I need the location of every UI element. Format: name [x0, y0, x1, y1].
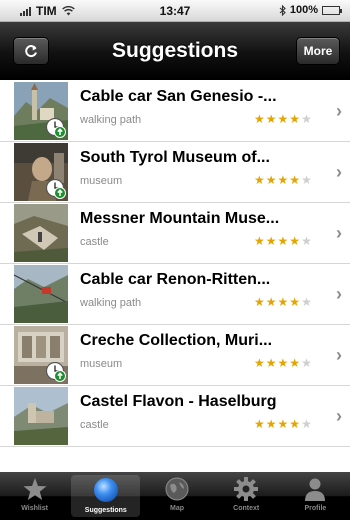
rating-stars: ★ ★ ★ ★ ★	[254, 113, 312, 125]
star-filled-icon: ★	[254, 112, 265, 126]
chevron-right-icon: ›	[336, 345, 342, 365]
star-filled-icon: ★	[289, 356, 301, 370]
list-footer-space	[0, 452, 350, 472]
star-filled-icon: ★	[277, 234, 289, 248]
list-item[interactable]: Cable car Renon-Ritten... walking path ★…	[0, 264, 350, 325]
battery-percent: 100%	[289, 4, 318, 16]
star-filled-icon: ★	[289, 295, 301, 309]
star-filled-icon: ★	[254, 173, 265, 187]
star-filled-icon: ★	[254, 417, 265, 431]
chevron-right-icon: ›	[336, 101, 342, 121]
thumbnail-image	[14, 204, 68, 262]
rating-stars: ★ ★ ★ ★ ★	[254, 174, 312, 186]
item-category: walking path	[80, 297, 142, 309]
tab-map[interactable]: Map	[142, 472, 211, 520]
item-category: museum	[80, 358, 123, 370]
item-title: Cable car San Genesio -...	[80, 88, 277, 105]
star-filled-icon: ★	[277, 295, 289, 309]
tab-suggestions[interactable]: Suggestions	[71, 475, 141, 517]
item-category: walking path	[80, 114, 142, 126]
navigation-bar: Suggestions More	[0, 22, 350, 80]
star-filled-icon: ★	[289, 234, 301, 248]
rating-stars: ★ ★ ★ ★ ★	[254, 357, 312, 369]
battery-area: 100%	[279, 4, 342, 16]
bluetooth-icon	[279, 4, 286, 16]
list-item[interactable]: Cable car San Genesio -... walking path …	[0, 81, 350, 142]
star-filled-icon: ★	[265, 173, 277, 187]
star-empty-icon: ★	[301, 234, 312, 248]
chevron-right-icon: ›	[336, 406, 342, 426]
chevron-right-icon: ›	[336, 162, 342, 182]
tab-label: Wishlist	[21, 505, 48, 512]
status-bar: TIM 13:47 100%	[0, 0, 350, 22]
thumbnail-image	[14, 387, 68, 445]
chevron-right-icon: ›	[336, 284, 342, 304]
more-button[interactable]: More	[296, 37, 340, 65]
gear-icon	[234, 477, 259, 501]
star-filled-icon: ★	[289, 173, 301, 187]
clock-up-icon	[46, 179, 66, 199]
star-filled-icon: ★	[277, 112, 289, 126]
battery-icon	[322, 5, 342, 15]
star-filled-icon: ★	[254, 234, 265, 248]
star-empty-icon: ★	[301, 295, 312, 309]
star-filled-icon: ★	[265, 295, 277, 309]
clock-up-icon	[46, 362, 66, 382]
item-category: castle	[80, 236, 109, 248]
person-icon	[305, 478, 326, 501]
tab-bar: Wishlist Suggestions Map Context Profile	[0, 472, 350, 520]
star-empty-icon: ★	[301, 356, 312, 370]
tab-label: Suggestions	[84, 507, 127, 514]
rating-stars: ★ ★ ★ ★ ★	[254, 296, 312, 308]
star-filled-icon: ★	[277, 173, 289, 187]
tab-label: Map	[170, 505, 184, 512]
tab-label: Profile	[304, 505, 327, 512]
list-item[interactable]: Castel Flavon - Haselburg castle ★ ★ ★ ★ ★ ›	[0, 386, 350, 447]
star-empty-icon: ★	[301, 112, 312, 126]
star-empty-icon: ★	[301, 173, 312, 187]
bubble-icon	[93, 478, 118, 502]
item-category: museum	[80, 175, 123, 187]
list-item[interactable]: South Tyrol Museum of... museum ★ ★ ★ ★ ★ ›	[0, 142, 350, 203]
item-title: Castel Flavon - Haselburg	[80, 393, 277, 410]
star-icon	[23, 478, 47, 500]
chevron-right-icon: ›	[336, 223, 342, 243]
star-filled-icon: ★	[265, 234, 277, 248]
star-empty-icon: ★	[301, 417, 312, 431]
globe-icon	[165, 477, 189, 501]
star-filled-icon: ★	[277, 417, 289, 431]
star-filled-icon: ★	[265, 112, 277, 126]
list-item[interactable]: Messner Mountain Muse... castle ★ ★ ★ ★ ★ ›	[0, 203, 350, 264]
star-filled-icon: ★	[254, 295, 265, 309]
list-item[interactable]: Creche Collection, Muri... museum ★ ★ ★ ★ ★ …	[0, 325, 350, 386]
clock-up-icon	[46, 118, 66, 138]
thumbnail-image	[14, 265, 68, 323]
star-filled-icon: ★	[254, 356, 265, 370]
star-filled-icon: ★	[289, 417, 301, 431]
tab-context[interactable]: Context	[212, 472, 281, 520]
star-filled-icon: ★	[289, 112, 301, 126]
suggestions-list: Cable car San Genesio -... walking path …	[0, 81, 350, 447]
item-title: South Tyrol Museum of...	[80, 149, 270, 166]
tab-label: Context	[233, 505, 260, 512]
rating-stars: ★ ★ ★ ★ ★	[254, 235, 312, 247]
tab-wishlist[interactable]: Wishlist	[0, 472, 69, 520]
item-title: Cable car Renon-Ritten...	[80, 271, 271, 288]
item-title: Messner Mountain Muse...	[80, 210, 280, 227]
rating-stars: ★ ★ ★ ★ ★	[254, 418, 312, 430]
item-title: Creche Collection, Muri...	[80, 332, 273, 349]
star-filled-icon: ★	[265, 417, 277, 431]
item-category: castle	[80, 419, 109, 431]
star-filled-icon: ★	[277, 356, 289, 370]
star-filled-icon: ★	[265, 356, 277, 370]
tab-profile[interactable]: Profile	[281, 472, 350, 520]
